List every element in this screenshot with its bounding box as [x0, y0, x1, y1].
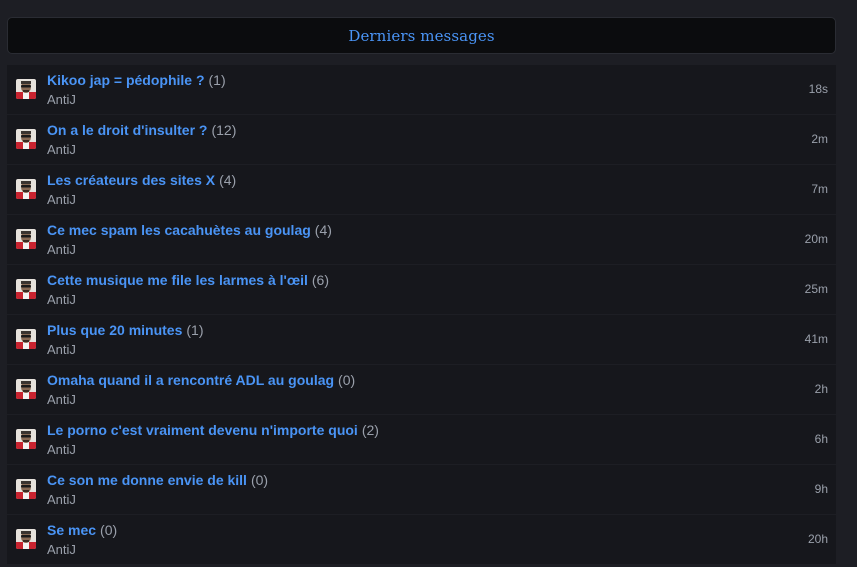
- topic-author[interactable]: AntiJ: [47, 392, 76, 407]
- user-avatar-icon[interactable]: [16, 179, 36, 199]
- topic-row[interactable]: Ce mec spam les cacahuètes au goulag (4) …: [7, 215, 836, 264]
- topic-time: 25m: [804, 282, 828, 296]
- topic-title-link[interactable]: On a le droit d'insulter ?: [47, 122, 207, 138]
- user-avatar-icon[interactable]: [16, 79, 36, 99]
- topic-time: 18s: [808, 82, 828, 96]
- topic-title-link[interactable]: Cette musique me file les larmes à l'œil: [47, 272, 308, 288]
- topic-author[interactable]: AntiJ: [47, 192, 76, 207]
- topic-row[interactable]: Se mec (0) AntiJ 20h: [7, 515, 836, 564]
- reply-count: (6): [311, 272, 329, 288]
- topic-list: Kikoo jap = pédophile ? (1) AntiJ 18s On …: [7, 65, 836, 564]
- topic-row[interactable]: Les créateurs des sites X (4) AntiJ 7m: [7, 165, 836, 214]
- topic-title-link[interactable]: Se mec: [47, 522, 96, 538]
- topic-row[interactable]: Le porno c'est vraiment devenu n'importe…: [7, 415, 836, 464]
- user-avatar-icon[interactable]: [16, 129, 36, 149]
- topic-row[interactable]: On a le droit d'insulter ? (12) AntiJ 2m: [7, 115, 836, 164]
- reply-count: (4): [219, 172, 237, 188]
- topic-time: 7m: [811, 182, 828, 196]
- topic-row[interactable]: Cette musique me file les larmes à l'œil…: [7, 265, 836, 314]
- topic-title-line: Se mec (0): [47, 522, 117, 538]
- latest-messages-panel: Derniers messages Kikoo jap = pédophile …: [7, 17, 836, 565]
- topic-author[interactable]: AntiJ: [47, 92, 76, 107]
- topic-row[interactable]: Omaha quand il a rencontré ADL au goulag…: [7, 365, 836, 414]
- user-avatar-icon[interactable]: [16, 529, 36, 549]
- topic-author[interactable]: AntiJ: [47, 242, 76, 257]
- topic-title-line: On a le droit d'insulter ? (12): [47, 122, 236, 138]
- topic-title-link[interactable]: Omaha quand il a rencontré ADL au goulag: [47, 372, 334, 388]
- topic-title-line: Ce mec spam les cacahuètes au goulag (4): [47, 222, 332, 238]
- topic-title-line: Le porno c'est vraiment devenu n'importe…: [47, 422, 379, 438]
- user-avatar-icon[interactable]: [16, 479, 36, 499]
- topic-title-link[interactable]: Le porno c'est vraiment devenu n'importe…: [47, 422, 358, 438]
- panel-title: Derniers messages: [348, 26, 495, 45]
- reply-count: (0): [100, 522, 118, 538]
- topic-title-link[interactable]: Plus que 20 minutes: [47, 322, 182, 338]
- topic-title-link[interactable]: Ce mec spam les cacahuètes au goulag: [47, 222, 311, 238]
- topic-author[interactable]: AntiJ: [47, 342, 76, 357]
- topic-title-line: Omaha quand il a rencontré ADL au goulag…: [47, 372, 355, 388]
- topic-time: 9h: [814, 482, 828, 496]
- topic-title-line: Kikoo jap = pédophile ? (1): [47, 72, 226, 88]
- topic-time: 2h: [814, 382, 828, 396]
- topic-title-line: Cette musique me file les larmes à l'œil…: [47, 272, 329, 288]
- topic-row[interactable]: Ce son me donne envie de kill (0) AntiJ 9…: [7, 465, 836, 514]
- reply-count: (12): [211, 122, 237, 138]
- topic-time: 20m: [804, 232, 828, 246]
- reply-count: (1): [208, 72, 226, 88]
- topic-title-link[interactable]: Les créateurs des sites X: [47, 172, 215, 188]
- topic-time: 6h: [814, 432, 828, 446]
- topic-title-line: Plus que 20 minutes (1): [47, 322, 204, 338]
- topic-title-link[interactable]: Ce son me donne envie de kill: [47, 472, 247, 488]
- topic-title-link[interactable]: Kikoo jap = pédophile ?: [47, 72, 205, 88]
- topic-author[interactable]: AntiJ: [47, 542, 76, 557]
- topic-row[interactable]: Kikoo jap = pédophile ? (1) AntiJ 18s: [7, 65, 836, 114]
- reply-count: (0): [338, 372, 356, 388]
- topic-author[interactable]: AntiJ: [47, 492, 76, 507]
- topic-author[interactable]: AntiJ: [47, 292, 76, 307]
- topic-time: 41m: [804, 332, 828, 346]
- topic-time: 20h: [807, 532, 828, 546]
- reply-count: (2): [361, 422, 379, 438]
- topic-row[interactable]: Plus que 20 minutes (1) AntiJ 41m: [7, 315, 836, 364]
- user-avatar-icon[interactable]: [16, 329, 36, 349]
- topic-title-line: Ce son me donne envie de kill (0): [47, 472, 268, 488]
- reply-count: (0): [250, 472, 269, 488]
- reply-count: (1): [186, 322, 204, 338]
- topic-time: 2m: [811, 132, 828, 146]
- reply-count: (4): [314, 222, 332, 238]
- user-avatar-icon[interactable]: [16, 379, 36, 399]
- panel-header: Derniers messages: [7, 17, 836, 54]
- user-avatar-icon[interactable]: [16, 279, 36, 299]
- user-avatar-icon[interactable]: [16, 229, 36, 249]
- topic-title-line: Les créateurs des sites X (4): [47, 172, 236, 188]
- user-avatar-icon[interactable]: [16, 429, 36, 449]
- topic-author[interactable]: AntiJ: [47, 442, 76, 457]
- topic-author[interactable]: AntiJ: [47, 142, 76, 157]
